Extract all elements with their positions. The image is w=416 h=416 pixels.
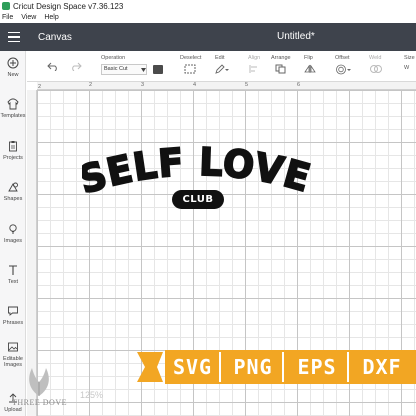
- sidebar-label-images: Images: [3, 238, 23, 244]
- edit-group[interactable]: Edit: [215, 55, 229, 76]
- weld-icon: [370, 65, 382, 73]
- edit-label: Edit: [215, 55, 225, 61]
- sidebar-item-new[interactable]: New: [0, 56, 26, 78]
- align-group[interactable]: Align: [248, 55, 262, 76]
- pencil-icon: [215, 64, 229, 74]
- offset-label: Offset: [335, 55, 350, 61]
- editable-image-icon: [6, 340, 20, 354]
- window-title-bar: Cricut Design Space v7.36.123: [0, 0, 416, 12]
- sidebar-label-projects: Projects: [3, 155, 23, 161]
- window-title: Cricut Design Space v7.36.123: [13, 1, 124, 11]
- lightbulb-icon: [6, 222, 20, 236]
- undo-button[interactable]: [47, 61, 59, 73]
- format-dxf: DXF: [362, 355, 402, 379]
- sidebar-label-templates: Templates: [0, 113, 26, 119]
- sidebar-label-phrases: Phrases: [2, 320, 24, 326]
- format-eps: EPS: [297, 355, 337, 379]
- format-png: PNG: [233, 355, 273, 379]
- sidebar-item-text[interactable]: Text: [0, 263, 26, 285]
- weld-group[interactable]: Weld: [369, 55, 383, 76]
- arrange-group[interactable]: Arrange: [271, 55, 291, 76]
- size-group: Size W: [404, 55, 415, 71]
- zoom-level[interactable]: 125%: [80, 390, 103, 400]
- ruler-top-label: 3: [141, 82, 145, 88]
- menu-help[interactable]: Help: [44, 14, 58, 21]
- sidebar-item-editable-images[interactable]: Editable Images: [0, 340, 26, 368]
- plus-circle-icon: [6, 56, 20, 70]
- text-icon: [6, 263, 20, 277]
- flip-group[interactable]: Flip: [304, 55, 318, 76]
- sidebar-label-text: Text: [7, 279, 19, 285]
- deselect-icon: [184, 64, 196, 74]
- watermark-text: THREE DOVE: [12, 398, 67, 407]
- sidebar-item-phrases[interactable]: Phrases: [0, 304, 26, 326]
- shirt-icon: [6, 97, 20, 111]
- format-svg: SVG: [172, 355, 213, 379]
- operation-label: Operation: [101, 55, 126, 61]
- deselect-label: Deselect: [180, 55, 202, 61]
- sidebar-label-shapes: Shapes: [3, 196, 23, 202]
- sidebar-item-templates[interactable]: Templates: [0, 97, 26, 119]
- top-ruler: [37, 82, 416, 90]
- ruler-top-label: 2: [89, 82, 93, 88]
- hamburger-menu-icon[interactable]: [0, 23, 28, 51]
- menu-bar: File View Help: [0, 12, 416, 23]
- ruler-top-label: 5: [245, 82, 249, 88]
- undo-icon: [47, 62, 57, 72]
- left-sidebar: New Templates Projects Shapes Images Tex…: [0, 51, 26, 416]
- ruler-top-label: 4: [193, 82, 197, 88]
- offset-group[interactable]: Offset: [335, 55, 351, 77]
- menu-file[interactable]: File: [2, 14, 13, 21]
- offset-icon: [336, 64, 351, 75]
- deselect-group[interactable]: Deselect: [180, 55, 201, 76]
- sidebar-item-shapes[interactable]: Shapes: [0, 180, 26, 202]
- app-header: Canvas Untitled*: [0, 23, 416, 51]
- menu-view[interactable]: View: [21, 14, 36, 21]
- flip-label: Flip: [304, 55, 313, 61]
- sidebar-item-images[interactable]: Images: [0, 222, 26, 244]
- sidebar-label-new: New: [7, 72, 19, 78]
- cricut-app-icon: [2, 2, 10, 10]
- speech-bubble-icon: [6, 304, 20, 318]
- shapes-icon: [6, 180, 20, 194]
- align-label: Align: [248, 55, 261, 61]
- operation-color-swatch[interactable]: [153, 65, 163, 74]
- size-label: Size: [404, 55, 415, 61]
- redo-button[interactable]: [70, 61, 82, 73]
- flip-icon: [304, 64, 316, 73]
- sidebar-label-editable-images: Editable Images: [3, 356, 23, 368]
- sidebar-item-projects[interactable]: Projects: [0, 139, 26, 161]
- club-badge[interactable]: CLUB: [172, 190, 224, 209]
- size-width-label: W: [404, 65, 410, 71]
- sidebar-label-upload: Upload: [4, 407, 22, 413]
- edit-toolbar: Operation Deselect Edit Align Arrange Fl…: [27, 51, 416, 82]
- operation-group: Operation: [101, 55, 125, 61]
- redo-icon: [72, 62, 82, 72]
- arrange-label: Arrange: [271, 55, 291, 61]
- ruler-top-label: 6: [297, 82, 301, 88]
- app-title: Canvas: [38, 31, 72, 43]
- dove-logo: [29, 368, 49, 396]
- arrange-icon: [275, 64, 286, 74]
- align-icon: [249, 65, 257, 73]
- document-title[interactable]: Untitled*: [277, 31, 315, 42]
- chevron-down-icon: [141, 68, 146, 72]
- weld-label: Weld: [369, 55, 382, 61]
- clipboard-icon: [6, 139, 20, 153]
